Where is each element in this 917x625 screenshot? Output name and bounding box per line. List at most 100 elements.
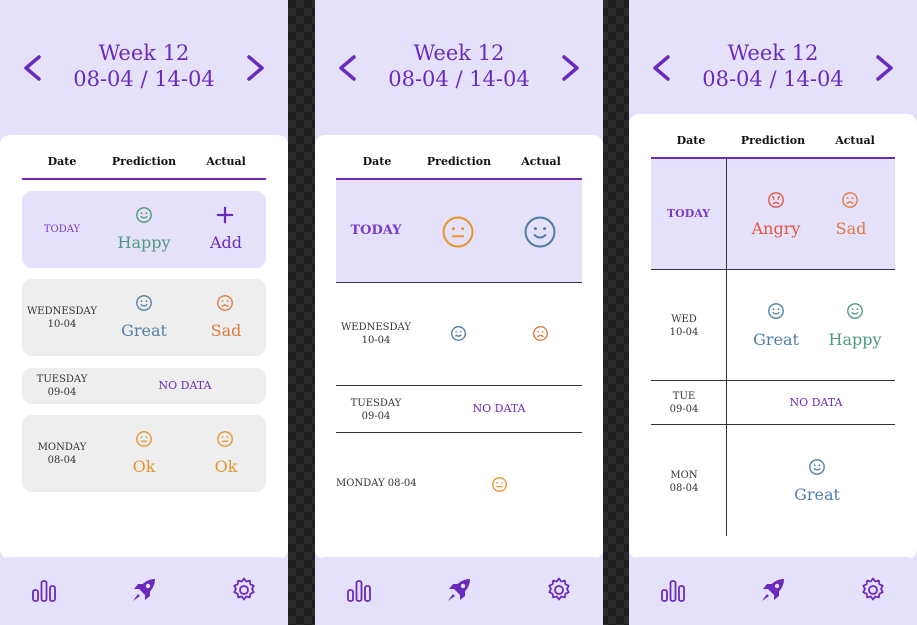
prediction-value: Ok bbox=[132, 457, 156, 476]
smiley-icon bbox=[136, 207, 152, 223]
week-header: Week 12 08-04 / 14-04 bbox=[0, 40, 288, 100]
smiley-icon bbox=[136, 295, 152, 311]
row-date-value: 10-04 bbox=[361, 335, 391, 346]
nav-home-button[interactable] bbox=[444, 575, 474, 605]
list-item-monday[interactable]: MONDAY 08-04 bbox=[336, 433, 582, 535]
actual-value: Sad bbox=[210, 321, 242, 340]
neutral-face-icon bbox=[492, 477, 507, 492]
nav-home-button[interactable] bbox=[758, 575, 788, 605]
screen-line-view: Week 12 08-04 / 14-04 Date Prediction Ac… bbox=[315, 0, 603, 625]
screen-grid-view: Week 12 08-04 / 14-04 Date Prediction Ac… bbox=[629, 0, 917, 625]
nav-home-button[interactable] bbox=[129, 575, 159, 605]
plus-icon[interactable] bbox=[216, 206, 234, 224]
rocket-icon bbox=[448, 579, 470, 601]
column-header-prediction: Prediction bbox=[426, 155, 492, 168]
prediction-value: Great bbox=[121, 321, 167, 340]
mood-table-card: Date Prediction Actual TODAY WEDNESDAY 1… bbox=[315, 135, 603, 559]
list-item-wednesday[interactable]: WEDNESDAY 10-04 bbox=[336, 283, 582, 385]
bottom-nav bbox=[0, 557, 288, 625]
rocket-icon bbox=[762, 579, 784, 601]
column-header-actual: Actual bbox=[521, 155, 561, 168]
gear-icon bbox=[233, 577, 255, 601]
row-date-label: TODAY bbox=[350, 223, 402, 238]
week-header: Week 12 08-04 / 14-04 bbox=[629, 40, 917, 100]
row-date-label: WED bbox=[671, 314, 697, 325]
row-date-label: TUESDAY bbox=[36, 374, 88, 385]
next-week-button[interactable] bbox=[555, 50, 587, 86]
list-item-today[interactable]: TODAY Angry Sad bbox=[651, 159, 895, 269]
list-item-monday[interactable]: MONDAY 08-04 Ok Ok bbox=[22, 415, 266, 492]
nav-settings-button[interactable] bbox=[229, 575, 259, 605]
row-date-value: 10-04 bbox=[47, 319, 77, 330]
row-date-value: 10-04 bbox=[669, 327, 699, 338]
neutral-face-icon bbox=[442, 216, 474, 248]
bar-chart-icon bbox=[347, 580, 371, 602]
row-date-label: TUE bbox=[672, 391, 696, 402]
chevron-right-icon bbox=[562, 55, 579, 81]
no-data-label: NO DATA bbox=[472, 402, 526, 415]
neutral-face-icon bbox=[136, 431, 152, 447]
nav-stats-button[interactable] bbox=[344, 575, 374, 605]
list-item-tuesday[interactable]: TUESDAY 09-04 NO DATA bbox=[22, 368, 266, 404]
list-item-today[interactable]: TODAY bbox=[336, 180, 582, 282]
row-date-label: MONDAY 08-04 bbox=[336, 478, 417, 489]
next-week-button[interactable] bbox=[240, 50, 272, 86]
prediction-value: Great bbox=[753, 330, 799, 349]
row-date-label: MON bbox=[670, 470, 698, 481]
list-item-tuesday[interactable]: TUE 09-04 NO DATA bbox=[651, 381, 895, 424]
row-date-label: WEDNESDAY bbox=[341, 322, 411, 333]
mood-table-card: Date Prediction Actual TODAY Angry Sad W… bbox=[629, 114, 917, 559]
smiley-icon bbox=[768, 303, 784, 319]
list-item-tuesday[interactable]: TUESDAY 09-04 NO DATA bbox=[336, 386, 582, 432]
next-week-button[interactable] bbox=[869, 50, 901, 86]
nav-settings-button[interactable] bbox=[858, 575, 888, 605]
row-date-label: TUESDAY bbox=[350, 398, 402, 409]
sad-face-icon bbox=[533, 326, 548, 341]
row-date-value: 08-04 bbox=[669, 483, 699, 494]
add-mood-button[interactable]: Add bbox=[186, 233, 266, 252]
neutral-face-icon bbox=[217, 431, 233, 447]
smiley-icon bbox=[809, 459, 825, 475]
prediction-value: Angry bbox=[751, 219, 801, 238]
nav-settings-button[interactable] bbox=[544, 575, 574, 605]
prediction-value: Great bbox=[794, 485, 840, 504]
sad-face-icon bbox=[842, 192, 858, 208]
list-item-today[interactable]: TODAY Happy Add bbox=[22, 191, 266, 268]
smiley-icon bbox=[847, 303, 863, 319]
actual-value: Happy bbox=[828, 330, 882, 349]
row-date-label: MONDAY bbox=[37, 442, 87, 453]
screen-card-view: Week 12 08-04 / 14-04 Date Prediction Ac… bbox=[0, 0, 288, 625]
list-item-monday[interactable]: MON 08-04 Great bbox=[651, 425, 895, 536]
column-header-date: Date bbox=[47, 155, 77, 168]
smiley-icon bbox=[524, 216, 556, 248]
list-item-wednesday[interactable]: WED 10-04 Great Happy bbox=[651, 270, 895, 380]
gear-icon bbox=[862, 577, 884, 601]
no-data-label: NO DATA bbox=[158, 379, 212, 392]
nav-stats-button[interactable] bbox=[658, 575, 688, 605]
prediction-value: Happy bbox=[117, 233, 171, 252]
column-header-prediction: Prediction bbox=[740, 134, 806, 147]
sad-face-icon bbox=[217, 295, 233, 311]
rocket-icon bbox=[133, 579, 155, 601]
row-date-value: 09-04 bbox=[361, 411, 391, 422]
smiley-icon bbox=[451, 326, 466, 341]
row-date-value: 09-04 bbox=[47, 387, 77, 398]
gear-icon bbox=[548, 577, 570, 601]
chevron-right-icon bbox=[247, 55, 264, 81]
angry-face-icon bbox=[768, 192, 784, 208]
row-date-label: TODAY bbox=[666, 207, 711, 220]
header-divider bbox=[22, 178, 266, 180]
column-header-prediction: Prediction bbox=[111, 155, 177, 168]
row-date-value: 09-04 bbox=[669, 404, 699, 415]
row-date-value: 08-04 bbox=[47, 455, 77, 466]
bar-chart-icon bbox=[661, 580, 685, 602]
actual-value: Sad bbox=[835, 219, 867, 238]
nav-stats-button[interactable] bbox=[29, 575, 59, 605]
bottom-nav bbox=[315, 557, 603, 625]
row-date-label: TODAY bbox=[43, 224, 81, 235]
list-item-wednesday[interactable]: WEDNESDAY 10-04 Great Sad bbox=[22, 279, 266, 356]
row-date-label: WEDNESDAY bbox=[27, 306, 97, 317]
column-header-date: Date bbox=[676, 134, 706, 147]
column-divider bbox=[726, 159, 727, 536]
column-header-actual: Actual bbox=[835, 134, 875, 147]
